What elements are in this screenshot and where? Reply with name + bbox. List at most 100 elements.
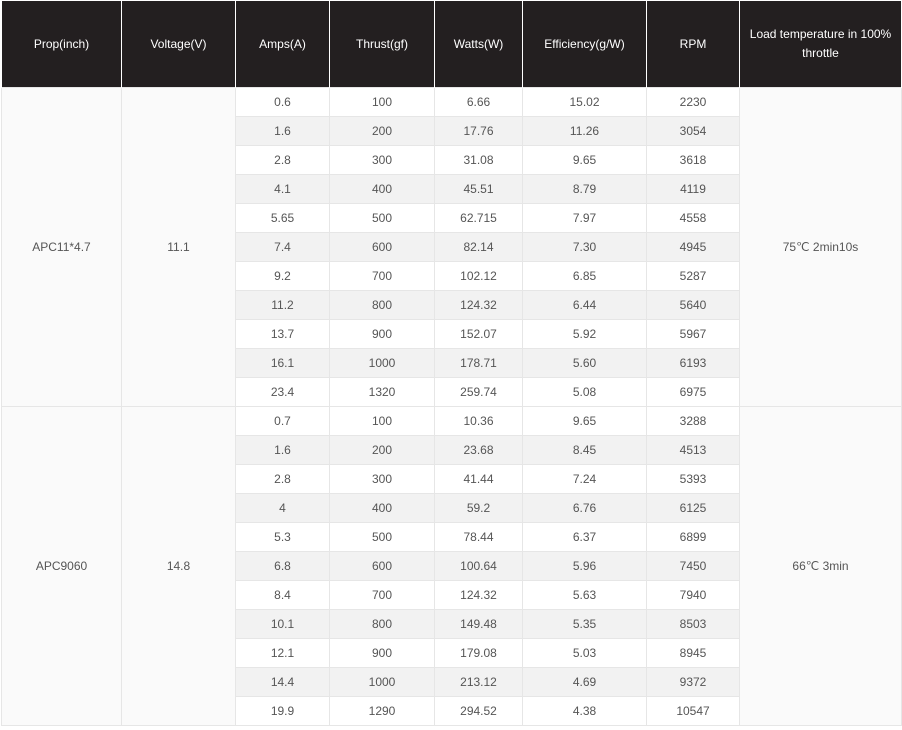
thrust-cell: 800 bbox=[329, 290, 435, 320]
header-row: Prop(inch) Voltage(V) Amps(A) Thrust(gf)… bbox=[1, 1, 902, 88]
thrust-cell: 600 bbox=[329, 551, 435, 581]
header-amps: Amps(A) bbox=[235, 1, 330, 88]
table-body: APC11*4.7 11.1 0.6 100 6.66 15.02 2230 75℃ 2min… bbox=[1, 87, 902, 726]
amps-cell: 5.65 bbox=[235, 203, 330, 233]
thrust-cell: 1000 bbox=[329, 348, 435, 378]
thrust-cell: 1320 bbox=[329, 377, 435, 407]
rpm-cell: 4513 bbox=[646, 435, 740, 465]
amps-cell: 8.4 bbox=[235, 580, 330, 610]
watts-cell: 78.44 bbox=[434, 522, 523, 552]
thrust-cell: 600 bbox=[329, 232, 435, 262]
watts-cell: 294.52 bbox=[434, 696, 523, 726]
rpm-cell: 4119 bbox=[646, 174, 740, 204]
rpm-cell: 5640 bbox=[646, 290, 740, 320]
watts-cell: 149.48 bbox=[434, 609, 523, 639]
amps-cell: 0.7 bbox=[235, 406, 330, 436]
thrust-cell: 900 bbox=[329, 319, 435, 349]
voltage-cell: 11.1 bbox=[121, 87, 236, 407]
table-row: APC9060 14.8 0.7 100 10.36 9.65 3288 66℃ 3min bbox=[1, 406, 902, 726]
thrust-cell: 1000 bbox=[329, 667, 435, 697]
watts-cell: 31.08 bbox=[434, 145, 523, 175]
watts-cell: 213.12 bbox=[434, 667, 523, 697]
amps-cell: 14.4 bbox=[235, 667, 330, 697]
load-temperature-cell: 66℃ 3min bbox=[739, 406, 902, 726]
rpm-cell: 6193 bbox=[646, 348, 740, 378]
watts-cell: 6.66 bbox=[434, 87, 523, 117]
efficiency-cell: 6.85 bbox=[522, 261, 647, 291]
amps-cell: 11.2 bbox=[235, 290, 330, 320]
rpm-cell: 3288 bbox=[646, 406, 740, 436]
amps-cell: 16.1 bbox=[235, 348, 330, 378]
rpm-cell: 6975 bbox=[646, 377, 740, 407]
amps-cell: 7.4 bbox=[235, 232, 330, 262]
efficiency-cell: 7.97 bbox=[522, 203, 647, 233]
rpm-cell: 7940 bbox=[646, 580, 740, 610]
rpm-cell: 8503 bbox=[646, 609, 740, 639]
thrust-cell: 500 bbox=[329, 522, 435, 552]
rpm-cell: 4558 bbox=[646, 203, 740, 233]
amps-cell: 9.2 bbox=[235, 261, 330, 291]
prop-cell: APC11*4.7 bbox=[1, 87, 122, 407]
efficiency-cell: 9.65 bbox=[522, 406, 647, 436]
rpm-cell: 6125 bbox=[646, 493, 740, 523]
rpm-cell: 8945 bbox=[646, 638, 740, 668]
efficiency-cell: 15.02 bbox=[522, 87, 647, 117]
table-row: APC11*4.7 11.1 0.6 100 6.66 15.02 2230 75℃ 2min… bbox=[1, 87, 902, 407]
rpm-cell: 7450 bbox=[646, 551, 740, 581]
amps-cell: 2.8 bbox=[235, 464, 330, 494]
prop-cell: APC9060 bbox=[1, 406, 122, 726]
efficiency-cell: 7.24 bbox=[522, 464, 647, 494]
watts-cell: 124.32 bbox=[434, 580, 523, 610]
watts-cell: 100.64 bbox=[434, 551, 523, 581]
thrust-cell: 400 bbox=[329, 493, 435, 523]
watts-cell: 17.76 bbox=[434, 116, 523, 146]
amps-cell: 10.1 bbox=[235, 609, 330, 639]
watts-cell: 102.12 bbox=[434, 261, 523, 291]
amps-cell: 19.9 bbox=[235, 696, 330, 726]
watts-cell: 23.68 bbox=[434, 435, 523, 465]
header-efficiency: Efficiency(g/W) bbox=[522, 1, 647, 88]
efficiency-cell: 5.35 bbox=[522, 609, 647, 639]
efficiency-cell: 11.26 bbox=[522, 116, 647, 146]
efficiency-cell: 8.79 bbox=[522, 174, 647, 204]
header-load-temperature: Load temperature in 100% throttle bbox=[739, 1, 902, 88]
efficiency-cell: 4.38 bbox=[522, 696, 647, 726]
efficiency-cell: 4.69 bbox=[522, 667, 647, 697]
header-watts: Watts(W) bbox=[434, 1, 523, 88]
amps-cell: 0.6 bbox=[235, 87, 330, 117]
motor-test-table: Prop(inch) Voltage(V) Amps(A) Thrust(gf)… bbox=[1, 1, 902, 726]
rpm-cell: 9372 bbox=[646, 667, 740, 697]
amps-cell: 1.6 bbox=[235, 116, 330, 146]
thrust-cell: 200 bbox=[329, 435, 435, 465]
rpm-cell: 5967 bbox=[646, 319, 740, 349]
efficiency-cell: 5.96 bbox=[522, 551, 647, 581]
load-temperature-cell: 75℃ 2min10s bbox=[739, 87, 902, 407]
efficiency-cell: 8.45 bbox=[522, 435, 647, 465]
efficiency-cell: 5.03 bbox=[522, 638, 647, 668]
amps-cell: 4 bbox=[235, 493, 330, 523]
header-thrust: Thrust(gf) bbox=[329, 1, 435, 88]
watts-cell: 178.71 bbox=[434, 348, 523, 378]
amps-cell: 6.8 bbox=[235, 551, 330, 581]
efficiency-cell: 6.44 bbox=[522, 290, 647, 320]
watts-cell: 62.715 bbox=[434, 203, 523, 233]
watts-cell: 10.36 bbox=[434, 406, 523, 436]
efficiency-cell: 7.30 bbox=[522, 232, 647, 262]
efficiency-cell: 5.63 bbox=[522, 580, 647, 610]
rpm-cell: 5287 bbox=[646, 261, 740, 291]
header-rpm: RPM bbox=[646, 1, 740, 88]
thrust-cell: 900 bbox=[329, 638, 435, 668]
efficiency-cell: 5.92 bbox=[522, 319, 647, 349]
rpm-cell: 3054 bbox=[646, 116, 740, 146]
voltage-cell: 14.8 bbox=[121, 406, 236, 726]
thrust-cell: 300 bbox=[329, 464, 435, 494]
table-header: Prop(inch) Voltage(V) Amps(A) Thrust(gf)… bbox=[1, 1, 902, 88]
amps-cell: 23.4 bbox=[235, 377, 330, 407]
watts-cell: 41.44 bbox=[434, 464, 523, 494]
thrust-cell: 400 bbox=[329, 174, 435, 204]
amps-cell: 13.7 bbox=[235, 319, 330, 349]
rpm-cell: 3618 bbox=[646, 145, 740, 175]
thrust-cell: 500 bbox=[329, 203, 435, 233]
thrust-cell: 700 bbox=[329, 580, 435, 610]
rpm-cell: 2230 bbox=[646, 87, 740, 117]
